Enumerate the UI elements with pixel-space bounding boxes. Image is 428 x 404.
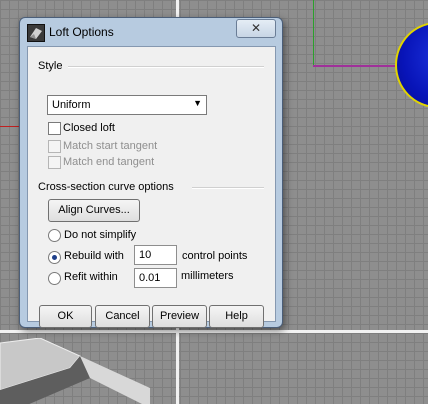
close-icon: ✕ <box>250 21 262 35</box>
dialog-client-area: Style Uniform ▼ Closed loft Match start … <box>27 46 276 328</box>
green-axis-line <box>313 0 314 66</box>
help-button[interactable]: Help <box>209 305 264 328</box>
style-group-label: Style <box>38 60 63 72</box>
dialog-title: Loft Options <box>49 25 114 39</box>
refit-tolerance-value: 0.01 <box>139 272 161 284</box>
refit-within-radio[interactable] <box>48 272 61 285</box>
selected-surface-object[interactable] <box>395 22 428 108</box>
close-button[interactable]: ✕ <box>236 19 276 38</box>
preview-button[interactable]: Preview <box>152 305 207 328</box>
do-not-simplify-label[interactable]: Do not simplify <box>64 229 136 241</box>
cross-section-group-divider <box>192 187 264 189</box>
style-dropdown[interactable]: Uniform ▼ <box>47 95 207 115</box>
style-group-divider <box>68 66 264 68</box>
rebuild-unit-label: control points <box>182 250 248 262</box>
match-end-tangent-checkbox[interactable] <box>48 156 61 169</box>
closed-loft-label[interactable]: Closed loft <box>63 122 115 134</box>
ok-button[interactable]: OK <box>39 305 92 328</box>
cancel-button[interactable]: Cancel <box>95 305 150 328</box>
align-curves-button[interactable]: Align Curves... <box>48 199 140 222</box>
rebuild-with-label[interactable]: Rebuild with <box>64 250 124 262</box>
style-dropdown-value: Uniform <box>52 99 91 111</box>
rebuild-with-radio[interactable] <box>48 251 61 264</box>
do-not-simplify-radio[interactable] <box>48 229 61 242</box>
refit-within-label[interactable]: Refit within <box>64 271 118 283</box>
loft-options-dialog: Loft Options ✕ Style Uniform ▼ Closed lo… <box>19 17 283 328</box>
loft-app-icon <box>27 24 45 42</box>
closed-loft-checkbox[interactable] <box>48 122 61 135</box>
refit-tolerance-input[interactable]: 0.01 <box>134 268 177 288</box>
gray-surface-object[interactable] <box>0 338 150 404</box>
cross-section-group-label: Cross-section curve options <box>38 181 174 193</box>
chevron-down-icon: ▼ <box>193 98 202 108</box>
viewport-axis-horizontal <box>0 330 428 333</box>
match-start-tangent-label[interactable]: Match start tangent <box>63 140 157 152</box>
rebuild-control-points-value: 10 <box>139 249 152 261</box>
match-start-tangent-checkbox[interactable] <box>48 140 61 153</box>
red-axis-line <box>0 126 20 127</box>
match-end-tangent-label[interactable]: Match end tangent <box>63 156 154 168</box>
dialog-titlebar[interactable]: Loft Options ✕ <box>20 18 282 46</box>
rebuild-control-points-input[interactable]: 10 <box>134 245 177 265</box>
refit-unit-label: millimeters <box>181 270 234 282</box>
